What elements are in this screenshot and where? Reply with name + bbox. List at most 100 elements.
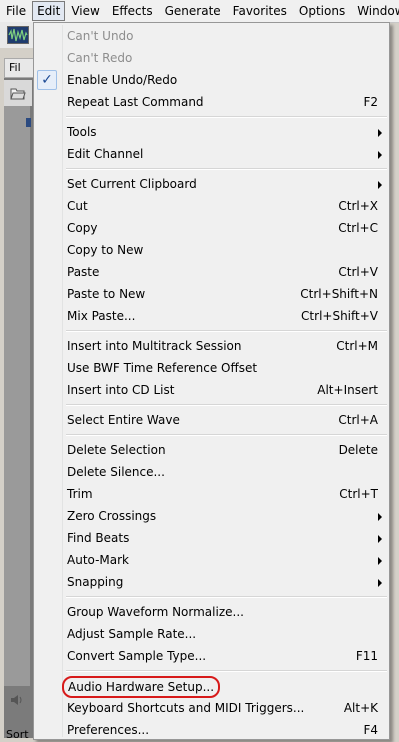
menu-item-convert-sample-type[interactable]: Convert Sample Type... F11	[34, 645, 389, 667]
menu-separator	[34, 431, 389, 439]
menu-item-label: Auto-Mark	[67, 553, 130, 567]
menu-item-shortcut: Ctrl+V	[338, 265, 378, 279]
menu-edit[interactable]: Edit	[32, 1, 66, 21]
menu-item-label: Delete Selection	[67, 443, 166, 457]
checkmark-icon: ✓	[37, 70, 57, 90]
toolbar	[0, 22, 36, 48]
menu-item-shortcut: F11	[355, 649, 378, 663]
menu-item-label: Can't Redo	[67, 51, 133, 65]
file-entry-icon	[26, 118, 31, 127]
menu-item-shortcut: Delete	[338, 443, 378, 457]
menu-separator	[34, 593, 389, 601]
menu-item-keyboard-shortcuts[interactable]: Keyboard Shortcuts and MIDI Triggers... …	[34, 697, 389, 719]
menu-item-paste[interactable]: Paste Ctrl+V	[34, 261, 389, 283]
menu-file[interactable]: File	[0, 2, 32, 20]
menu-item-enable-undo-redo[interactable]: ✓ Enable Undo/Redo	[34, 69, 389, 91]
menu-item-label: Select Entire Wave	[67, 413, 180, 427]
menu-item-insert-multitrack[interactable]: Insert into Multitrack Session Ctrl+M	[34, 335, 389, 357]
menu-item-cant-undo: Can't Undo	[34, 25, 389, 47]
menu-item-label: Paste	[67, 265, 100, 279]
speaker-icon[interactable]	[10, 694, 24, 709]
menu-item-label: Edit Channel	[67, 147, 144, 161]
menu-effects[interactable]: Effects	[106, 2, 159, 20]
menu-item-zero-crossings[interactable]: Zero Crossings	[34, 505, 389, 527]
menu-generate[interactable]: Generate	[159, 2, 227, 20]
menu-item-repeat-last-command[interactable]: Repeat Last Command F2	[34, 91, 389, 113]
submenu-arrow-icon	[378, 535, 382, 543]
menu-item-mix-paste[interactable]: Mix Paste... Ctrl+Shift+V	[34, 305, 389, 327]
menu-item-label: Delete Silence...	[67, 465, 165, 479]
menu-item-tools[interactable]: Tools	[34, 121, 389, 143]
edit-menu-dropdown: Can't Undo Can't Redo ✓ Enable Undo/Redo…	[33, 22, 390, 740]
menu-item-label: Find Beats	[67, 531, 130, 545]
menu-item-label: Convert Sample Type...	[67, 649, 207, 663]
menu-item-delete-selection[interactable]: Delete Selection Delete	[34, 439, 389, 461]
menu-separator	[34, 401, 389, 409]
menu-item-shortcut: F4	[363, 723, 378, 737]
menu-item-set-current-clipboard[interactable]: Set Current Clipboard	[34, 173, 389, 195]
menu-item-adjust-sample-rate[interactable]: Adjust Sample Rate...	[34, 623, 389, 645]
menu-item-label: Cut	[67, 199, 88, 213]
menu-item-shortcut: Ctrl+A	[338, 413, 378, 427]
submenu-arrow-icon	[378, 129, 382, 137]
menu-item-delete-silence[interactable]: Delete Silence...	[34, 461, 389, 483]
menu-item-paste-to-new[interactable]: Paste to New Ctrl+Shift+N	[34, 283, 389, 305]
menu-item-label: Preferences...	[67, 723, 150, 737]
menu-item-cant-redo: Can't Redo	[34, 47, 389, 69]
menu-item-shortcut: F2	[363, 95, 378, 109]
menu-item-snapping[interactable]: Snapping	[34, 571, 389, 593]
menu-item-auto-mark[interactable]: Auto-Mark	[34, 549, 389, 571]
menu-item-label: Zero Crossings	[67, 509, 157, 523]
menu-item-label: Adjust Sample Rate...	[67, 627, 197, 641]
waveform-view-icon[interactable]	[7, 26, 29, 44]
menu-item-use-bwf[interactable]: Use BWF Time Reference Offset	[34, 357, 389, 379]
menu-item-label: Copy	[67, 221, 98, 235]
menu-item-find-beats[interactable]: Find Beats	[34, 527, 389, 549]
menu-item-audio-hardware-setup[interactable]: Audio Hardware Setup...	[34, 675, 389, 698]
menu-item-shortcut: Ctrl+C	[338, 221, 378, 235]
sort-label[interactable]: Sort	[6, 728, 29, 741]
menu-item-insert-cd-list[interactable]: Insert into CD List Alt+Insert	[34, 379, 389, 401]
menu-item-shortcut: Ctrl+Shift+N	[300, 287, 378, 301]
menu-item-label: Enable Undo/Redo	[67, 73, 178, 87]
submenu-arrow-icon	[378, 557, 382, 565]
menu-item-select-entire-wave[interactable]: Select Entire Wave Ctrl+A	[34, 409, 389, 431]
submenu-arrow-icon	[378, 151, 382, 159]
menu-item-shortcut: Alt+Insert	[317, 383, 378, 397]
menu-separator	[34, 327, 389, 335]
menu-separator	[34, 667, 389, 675]
menu-item-shortcut: Ctrl+T	[339, 487, 378, 501]
menu-item-label: Set Current Clipboard	[67, 177, 197, 191]
menu-item-label: Snapping	[67, 575, 124, 589]
menu-item-copy-to-new[interactable]: Copy to New	[34, 239, 389, 261]
menu-item-edit-channel[interactable]: Edit Channel	[34, 143, 389, 165]
menu-item-shortcut: Ctrl+Shift+V	[301, 309, 378, 323]
menu-item-label: Keyboard Shortcuts and MIDI Triggers...	[67, 701, 305, 715]
file-list	[4, 106, 30, 686]
menu-item-label: Trim	[67, 487, 93, 501]
submenu-arrow-icon	[378, 513, 382, 521]
menu-item-preferences[interactable]: Preferences... F4	[34, 719, 389, 741]
menu-bar: File Edit View Effects Generate Favorite…	[0, 0, 399, 23]
menu-item-label: Group Waveform Normalize...	[67, 605, 244, 619]
menu-view[interactable]: View	[65, 2, 105, 20]
menu-window[interactable]: Window	[351, 2, 399, 20]
menu-item-label: Insert into CD List	[67, 383, 175, 397]
menu-item-shortcut: Ctrl+M	[336, 339, 378, 353]
open-folder-icon[interactable]	[10, 86, 26, 103]
menu-item-label: Can't Undo	[67, 29, 134, 43]
menu-item-copy[interactable]: Copy Ctrl+C	[34, 217, 389, 239]
menu-item-label: Repeat Last Command	[67, 95, 204, 109]
menu-item-group-normalize[interactable]: Group Waveform Normalize...	[34, 601, 389, 623]
menu-item-label: Audio Hardware Setup...	[62, 676, 221, 698]
menu-item-trim[interactable]: Trim Ctrl+T	[34, 483, 389, 505]
menu-options[interactable]: Options	[293, 2, 351, 20]
menu-item-cut[interactable]: Cut Ctrl+X	[34, 195, 389, 217]
menu-favorites[interactable]: Favorites	[227, 2, 293, 20]
menu-item-shortcut: Alt+K	[343, 701, 378, 715]
tab-files[interactable]: Fil	[4, 58, 36, 78]
menu-separator	[34, 165, 389, 173]
menu-item-label: Insert into Multitrack Session	[67, 339, 242, 353]
menu-item-label: Copy to New	[67, 243, 144, 257]
submenu-arrow-icon	[378, 181, 382, 189]
